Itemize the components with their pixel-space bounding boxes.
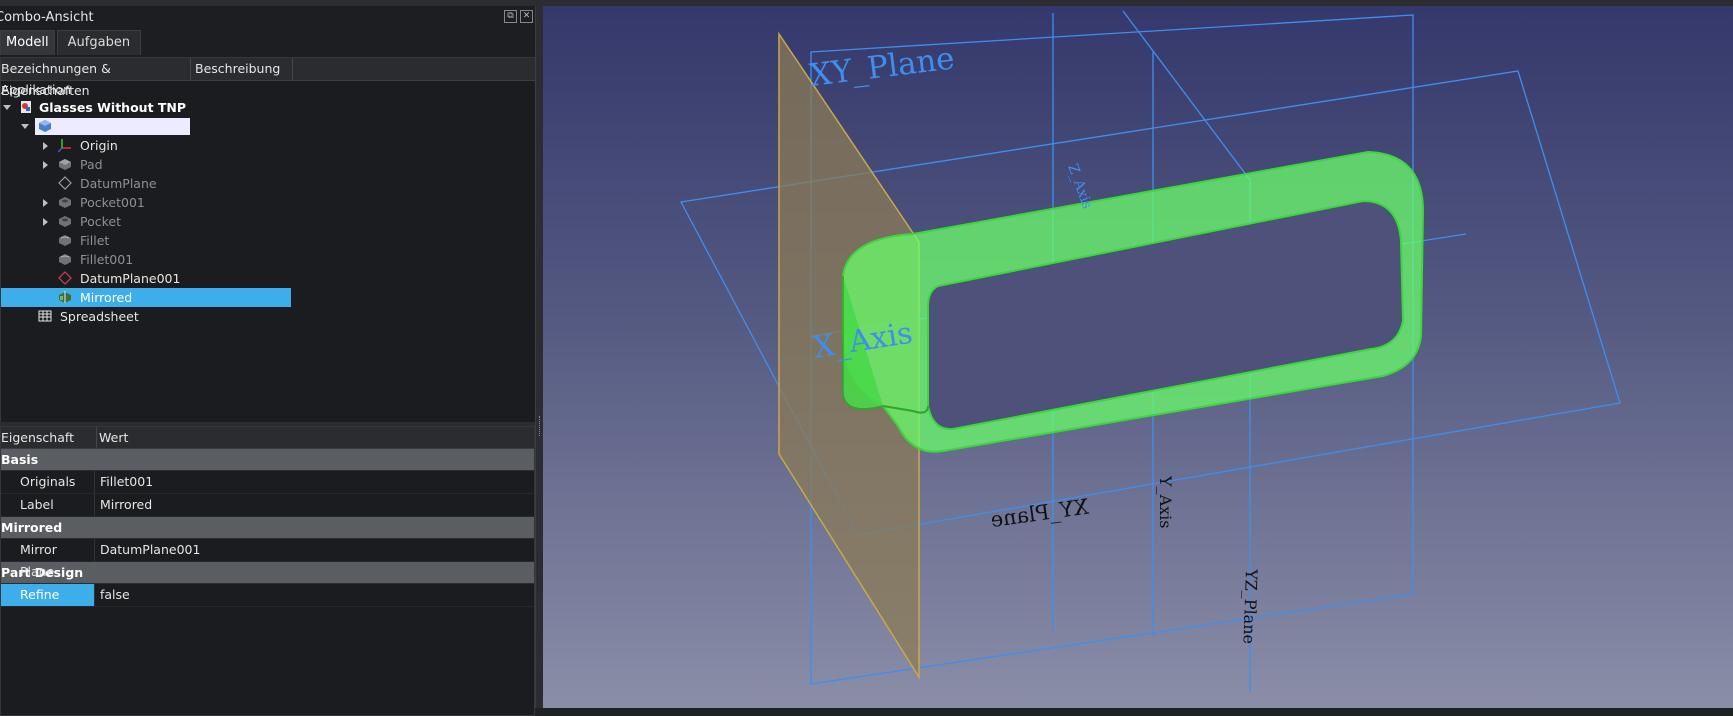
property-row-refine[interactable]: Refine false bbox=[1, 584, 534, 607]
property-key: Mirror Plane bbox=[1, 539, 95, 579]
datum-plane-icon bbox=[58, 271, 72, 285]
tree-item-label: Pocket bbox=[80, 214, 121, 229]
property-row-label[interactable]: Label Mirrored bbox=[1, 494, 534, 517]
tree-item-fillet[interactable]: Fillet bbox=[1, 231, 536, 250]
close-icon[interactable]: ✕ bbox=[520, 10, 533, 23]
tab-modell[interactable]: Modell bbox=[0, 30, 55, 55]
tree-item-pad[interactable]: Pad bbox=[1, 155, 536, 174]
chevron-right-icon[interactable] bbox=[43, 161, 48, 169]
tree-header-labels[interactable]: Bezeichnungen & Eigenschaften bbox=[1, 58, 191, 98]
property-header: Eigenschaft Wert bbox=[1, 427, 534, 449]
fillet-icon bbox=[59, 254, 71, 265]
property-row-originals[interactable]: Originals Fillet001 bbox=[1, 471, 534, 494]
tree-item-label: Origin bbox=[80, 138, 118, 153]
pad-icon bbox=[59, 159, 71, 170]
property-value[interactable]: Mirrored bbox=[100, 494, 152, 516]
yz-plane-label: YZ_Plane bbox=[1239, 568, 1261, 644]
tree-item-label: DatumPlane001 bbox=[80, 271, 181, 286]
mirrored-solid[interactable] bbox=[842, 150, 1425, 453]
xy-plane-mirror-label: XY_Plane bbox=[989, 495, 1090, 532]
property-value[interactable]: false bbox=[100, 584, 130, 606]
selection-highlight bbox=[1, 288, 291, 307]
chevron-down-icon[interactable] bbox=[3, 105, 11, 110]
chevron-right-icon[interactable] bbox=[43, 199, 48, 207]
tree-item-pocket[interactable]: Pocket bbox=[1, 212, 536, 231]
tree-item-label: Spreadsheet bbox=[60, 309, 139, 324]
fillet-icon bbox=[59, 235, 71, 246]
document-icon bbox=[21, 101, 31, 113]
datum-plane-icon bbox=[58, 176, 72, 190]
z-axis-label: Z_Axis bbox=[1064, 162, 1095, 211]
tree-item-label: Fillet bbox=[80, 233, 110, 248]
tree-item-label: Pocket001 bbox=[80, 195, 145, 210]
property-group-mirrored[interactable]: Mirrored bbox=[1, 517, 534, 539]
tree-item-label: Glasses Without TNP bbox=[39, 100, 187, 115]
chevron-right-icon[interactable] bbox=[43, 218, 48, 226]
property-header-value[interactable]: Wert bbox=[97, 427, 219, 448]
property-value[interactable]: Fillet001 bbox=[100, 471, 153, 493]
panel-title-buttons: ⧉ ✕ bbox=[504, 10, 533, 23]
y-axis-label: Y_Axis bbox=[1156, 475, 1175, 528]
property-editor: Eigenschaft Wert Basis Originals Fillet0… bbox=[0, 426, 535, 716]
model-tree: Bezeichnungen & Eigenschaften Beschreibu… bbox=[0, 57, 537, 424]
panel-title: Combo-Ansicht bbox=[0, 10, 94, 25]
tree-item-label: DatumPlane bbox=[80, 176, 157, 191]
property-key: Refine bbox=[1, 584, 95, 606]
body-icon bbox=[39, 120, 51, 132]
tree-item-document[interactable]: Glasses Without TNP bbox=[1, 98, 536, 117]
3d-scene[interactable]: XY_Plane X_Axis XY_Plane Y_Axis YZ_Plane… bbox=[543, 6, 1733, 708]
tree-header: Bezeichnungen & Eigenschaften Beschreibu… bbox=[1, 58, 536, 98]
tree-item-mirrored[interactable]: Mirrored bbox=[1, 288, 536, 307]
property-row-mirror-plane[interactable]: Mirror Plane DatumPlane001 bbox=[1, 539, 534, 579]
tree-item-label: Mirrored bbox=[80, 290, 133, 305]
chevron-down-icon[interactable] bbox=[21, 124, 29, 129]
property-key: Label bbox=[1, 494, 95, 516]
mirrored-icon bbox=[59, 291, 71, 303]
property-group-part-design[interactable]: Part Design bbox=[1, 562, 534, 584]
pocket-icon bbox=[59, 197, 71, 208]
tree-item-datumplane001[interactable]: DatumPlane001 bbox=[1, 269, 536, 288]
yz-plane-top bbox=[1122, 10, 1251, 181]
origin-axes-icon bbox=[58, 139, 71, 152]
property-key: Originals bbox=[1, 471, 95, 493]
tree-item-body[interactable]: Body bbox=[1, 117, 536, 136]
chevron-right-icon[interactable] bbox=[43, 142, 48, 150]
property-group-basis[interactable]: Basis bbox=[1, 449, 534, 471]
spreadsheet-icon bbox=[38, 310, 52, 322]
combo-view-panel: Combo-Ansicht ⧉ ✕ Modell Aufgaben Bezeic… bbox=[0, 6, 537, 716]
tree-item-label: Pad bbox=[80, 157, 103, 172]
3d-viewport[interactable]: XY_Plane X_Axis XY_Plane Y_Axis YZ_Plane… bbox=[543, 6, 1733, 708]
tree-item-origin[interactable]: Origin bbox=[1, 136, 536, 155]
property-value[interactable]: DatumPlane001 bbox=[100, 539, 200, 561]
tree-item-label: Body bbox=[58, 119, 90, 134]
tree-item-spreadsheet[interactable]: Spreadsheet bbox=[1, 307, 536, 326]
xy-plane-label: XY_Plane bbox=[808, 40, 957, 93]
tree-item-datumplane[interactable]: DatumPlane bbox=[1, 174, 536, 193]
tab-aufgaben[interactable]: Aufgaben bbox=[56, 30, 142, 55]
pocket-icon bbox=[59, 216, 71, 227]
float-icon[interactable]: ⧉ bbox=[504, 10, 517, 23]
property-header-name[interactable]: Eigenschaft bbox=[1, 427, 97, 448]
tree-item-fillet001[interactable]: Fillet001 bbox=[1, 250, 536, 269]
tree-header-description[interactable]: Beschreibung bbox=[191, 58, 293, 80]
tab-bar: Modell Aufgaben bbox=[0, 30, 143, 57]
tree-item-label: Fillet001 bbox=[80, 252, 134, 267]
tree-item-pocket001[interactable]: Pocket001 bbox=[1, 193, 536, 212]
